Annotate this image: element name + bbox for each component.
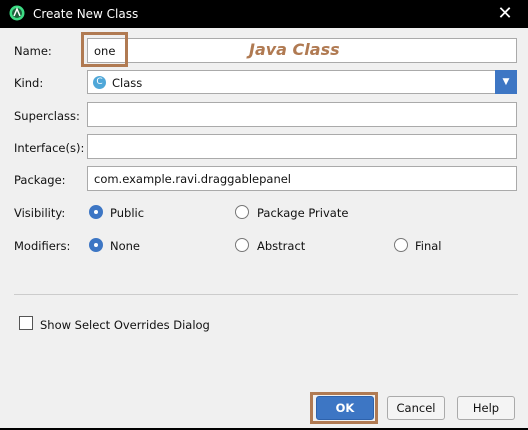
name-label: Name: [14,44,52,58]
modifier-final-label: Final [415,239,442,253]
visibility-public-radio[interactable] [89,205,103,219]
title-bar: Create New Class ✕ [0,0,528,28]
modifier-abstract-label: Abstract [257,239,306,253]
modifier-final-radio[interactable] [394,238,408,252]
close-icon[interactable]: ✕ [482,0,528,28]
help-button[interactable]: Help [457,396,515,420]
package-value: com.example.ravi.draggablepanel [94,172,291,186]
superclass-input[interactable] [87,102,517,127]
name-highlight-box [81,32,128,67]
package-label: Package: [14,173,66,187]
separator [14,294,518,295]
superclass-label: Superclass: [14,109,80,123]
cancel-button[interactable]: Cancel [387,396,445,420]
visibility-label: Visibility: [14,206,66,220]
kind-dropdown[interactable]: C Class ▼ [87,70,517,94]
modifier-none-label: None [110,239,141,253]
window-title: Create New Class [33,7,139,21]
modifiers-label: Modifiers: [14,239,71,253]
show-overrides-label: Show Select Overrides Dialog [40,318,210,332]
show-overrides-checkbox[interactable] [19,316,33,330]
visibility-public-label: Public [110,206,145,220]
visibility-package-private-label: Package Private [257,206,349,220]
chevron-down-icon[interactable]: ▼ [495,70,517,94]
class-icon: C [93,76,106,89]
modifier-none-radio[interactable] [89,238,103,252]
interfaces-label: Interface(s): [14,141,85,155]
kind-value: Class [112,76,143,90]
android-studio-icon [9,5,25,21]
package-input[interactable]: com.example.ravi.draggablepanel [87,166,517,191]
annotation-label: Java Class [249,40,340,59]
kind-label: Kind: [14,76,44,90]
ok-button[interactable]: OK [316,396,374,420]
visibility-package-private-radio[interactable] [235,205,249,219]
modifier-abstract-radio[interactable] [235,238,249,252]
interfaces-input[interactable] [87,134,517,159]
